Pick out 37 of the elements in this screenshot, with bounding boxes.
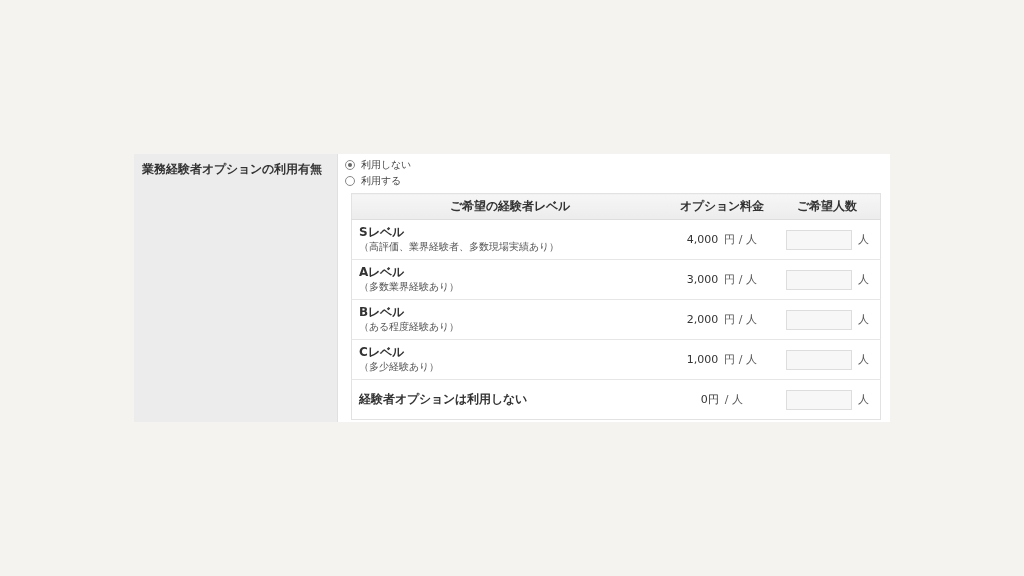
radio-button[interactable] bbox=[345, 176, 355, 186]
level-name: Cレベル bbox=[359, 345, 405, 360]
price-value: 1,000 bbox=[686, 353, 719, 366]
price-unit: 円 / 人 bbox=[724, 353, 757, 366]
count-input[interactable] bbox=[785, 389, 852, 410]
price-unit: / 人 bbox=[724, 393, 743, 406]
price-unit: 円 / 人 bbox=[724, 313, 757, 326]
price-value: 3,000 bbox=[686, 273, 719, 286]
count-input[interactable] bbox=[785, 349, 852, 370]
price-value: 2,000 bbox=[686, 313, 719, 326]
level-note: （多少経験あり） bbox=[359, 360, 440, 374]
level-name: 経験者オプションは利用しない bbox=[359, 392, 528, 407]
level-note: （高評価、業界経験者、多数現場実績あり） bbox=[359, 240, 560, 254]
radio-label: 利用しない bbox=[361, 158, 411, 172]
level-note: （ある程度経験あり） bbox=[359, 320, 460, 334]
count-unit: 人 bbox=[857, 272, 869, 286]
count-unit: 人 bbox=[857, 312, 869, 326]
column-header: ご希望の経験者レベル bbox=[450, 199, 571, 213]
level-name: Aレベル bbox=[359, 265, 406, 280]
level-note: （多数業界経験あり） bbox=[359, 280, 460, 294]
field-label: 業務経験者オプションの利用有無 bbox=[142, 162, 322, 176]
count-input[interactable] bbox=[785, 229, 852, 250]
count-input[interactable] bbox=[785, 269, 852, 290]
level-name: Bレベル bbox=[359, 305, 406, 320]
price-unit: 円 / 人 bbox=[724, 233, 757, 246]
price-value: 0円 bbox=[700, 393, 719, 406]
price-value: 4,000 bbox=[686, 233, 719, 246]
column-header: オプション料金 bbox=[679, 199, 764, 213]
count-unit: 人 bbox=[857, 392, 869, 406]
count-unit: 人 bbox=[857, 232, 869, 246]
price-unit: 円 / 人 bbox=[724, 273, 757, 286]
column-header: ご希望人数 bbox=[797, 199, 858, 213]
radio-button[interactable] bbox=[345, 160, 355, 170]
count-input[interactable] bbox=[785, 309, 852, 330]
level-name: Sレベル bbox=[359, 225, 405, 240]
radio-label: 利用する bbox=[361, 174, 401, 188]
count-unit: 人 bbox=[857, 352, 869, 366]
